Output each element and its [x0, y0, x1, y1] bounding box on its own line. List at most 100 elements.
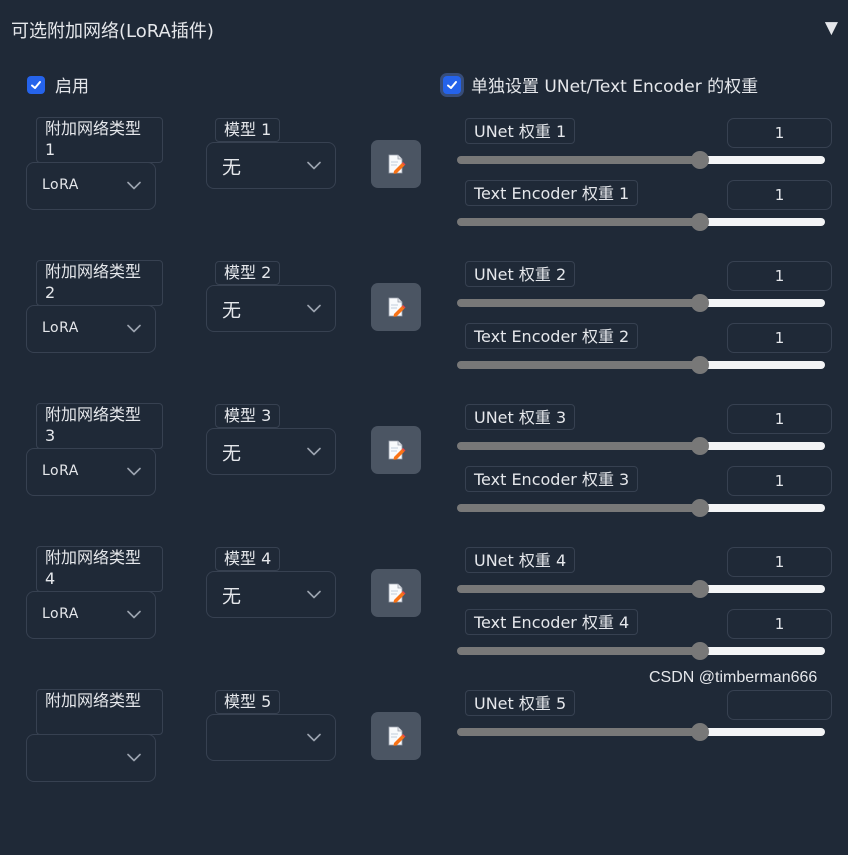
slider-track [700, 299, 825, 307]
text-encoder-weight-input[interactable]: 1 [727, 323, 832, 353]
network-type-dropdown[interactable]: LoRA [26, 448, 156, 496]
unet-weight-input[interactable]: 1 [727, 547, 832, 577]
separate-weights-checkbox-row[interactable]: 单独设置 UNet/Text Encoder 的权重 [443, 72, 758, 97]
text-encoder-weight-slider[interactable] [457, 642, 825, 660]
slider-fill [457, 218, 700, 226]
model-dropdown[interactable]: 无 [206, 571, 336, 618]
unet-weight-label: UNet 权重 5 [465, 690, 576, 716]
model-value: 无 [222, 585, 242, 607]
text-encoder-weight-slider[interactable] [457, 213, 825, 231]
slider-track [700, 728, 825, 736]
network-type-value: LoRA [42, 177, 79, 193]
chevron-down-icon [307, 304, 321, 312]
text-encoder-weight-label: Text Encoder 权重 4 [465, 609, 639, 635]
slider-track [700, 218, 825, 226]
chevron-down-icon [127, 181, 141, 190]
check-icon [447, 80, 457, 89]
network-type-label: 附加网络类型 3 [36, 403, 163, 449]
network-type-label: 附加网络类型 1 [36, 117, 163, 163]
unet-weight-slider[interactable] [457, 437, 825, 455]
network-type-dropdown[interactable] [26, 734, 156, 782]
slider-thumb[interactable] [691, 580, 709, 598]
edit-metadata-button[interactable] [371, 569, 421, 617]
enable-checkbox[interactable] [27, 75, 45, 94]
network-type-value: LoRA [42, 606, 79, 622]
slider-track [700, 361, 825, 369]
chevron-down-icon [307, 161, 321, 169]
chevron-down-icon [307, 590, 321, 598]
slider-track [700, 647, 825, 655]
check-icon [31, 80, 41, 89]
unet-weight-slider[interactable] [457, 580, 825, 598]
edit-document-icon [388, 154, 406, 174]
chevron-down-icon [307, 447, 321, 455]
network-type-dropdown[interactable]: LoRA [26, 305, 156, 353]
chevron-down-icon [127, 753, 141, 762]
unet-weight-input[interactable]: 1 [727, 261, 832, 291]
text-encoder-weight-slider[interactable] [457, 356, 825, 374]
text-encoder-weight-input[interactable]: 1 [727, 609, 832, 639]
slider-thumb[interactable] [691, 642, 709, 660]
unet-weight-input[interactable]: 1 [727, 404, 832, 434]
model-value: 无 [222, 442, 242, 464]
enable-label: 启用 [55, 77, 89, 97]
network-type-value: LoRA [42, 320, 79, 336]
watermark: CSDN @timberman666 [649, 669, 818, 686]
chevron-down-icon [307, 733, 321, 741]
chevron-down-icon [127, 610, 141, 619]
edit-document-icon [388, 297, 406, 317]
panel-header[interactable]: 可选附加网络(LoRA插件) ▼ [0, 0, 848, 56]
slider-fill [457, 647, 700, 655]
text-encoder-weight-label: Text Encoder 权重 2 [465, 323, 639, 349]
model-label: 模型 3 [215, 404, 281, 428]
unet-weight-slider[interactable] [457, 294, 825, 312]
separate-weights-checkbox[interactable] [443, 75, 461, 94]
edit-metadata-button[interactable] [371, 283, 421, 331]
unet-weight-input[interactable] [727, 690, 832, 720]
text-encoder-weight-input[interactable]: 1 [727, 466, 832, 496]
slider-thumb[interactable] [691, 437, 709, 455]
model-label: 模型 5 [215, 690, 281, 714]
slider-thumb[interactable] [691, 499, 709, 517]
slider-fill [457, 361, 700, 369]
unet-weight-input[interactable]: 1 [727, 118, 832, 148]
slider-thumb[interactable] [691, 723, 709, 741]
collapse-arrow-icon[interactable]: ▼ [825, 18, 838, 38]
model-dropdown[interactable]: 无 [206, 428, 336, 475]
slider-thumb[interactable] [691, 294, 709, 312]
model-dropdown[interactable]: 无 [206, 142, 336, 189]
model-value: 无 [222, 299, 242, 321]
edit-document-icon [388, 726, 406, 746]
unet-weight-slider[interactable] [457, 723, 825, 741]
text-encoder-weight-label: Text Encoder 权重 3 [465, 466, 639, 492]
edit-metadata-button[interactable] [371, 712, 421, 760]
slider-track [700, 585, 825, 593]
model-label: 模型 4 [215, 547, 281, 571]
model-dropdown[interactable] [206, 714, 336, 761]
network-type-value: LoRA [42, 463, 79, 479]
text-encoder-weight-slider[interactable] [457, 499, 825, 517]
edit-metadata-button[interactable] [371, 140, 421, 188]
network-type-dropdown[interactable]: LoRA [26, 591, 156, 639]
panel-title: 可选附加网络(LoRA插件) [11, 21, 214, 42]
network-type-label: 附加网络类型 4 [36, 546, 163, 592]
slider-thumb[interactable] [691, 151, 709, 169]
unet-weight-slider[interactable] [457, 151, 825, 169]
model-label: 模型 1 [215, 118, 281, 142]
network-type-label: 附加网络类型 2 [36, 260, 163, 306]
slider-fill [457, 585, 700, 593]
slider-fill [457, 442, 700, 450]
slider-track [700, 504, 825, 512]
slider-thumb[interactable] [691, 356, 709, 374]
slider-fill [457, 156, 700, 164]
unet-weight-label: UNet 权重 1 [465, 118, 576, 144]
text-encoder-weight-label: Text Encoder 权重 1 [465, 180, 639, 206]
model-dropdown[interactable]: 无 [206, 285, 336, 332]
edit-metadata-button[interactable] [371, 426, 421, 474]
network-type-dropdown[interactable]: LoRA [26, 162, 156, 210]
network-row: 附加网络类型 模型 5 UNet 权重 5 [0, 689, 848, 855]
text-encoder-weight-input[interactable]: 1 [727, 180, 832, 210]
slider-thumb[interactable] [691, 213, 709, 231]
enable-checkbox-row[interactable]: 启用 [27, 72, 89, 97]
slider-fill [457, 728, 700, 736]
